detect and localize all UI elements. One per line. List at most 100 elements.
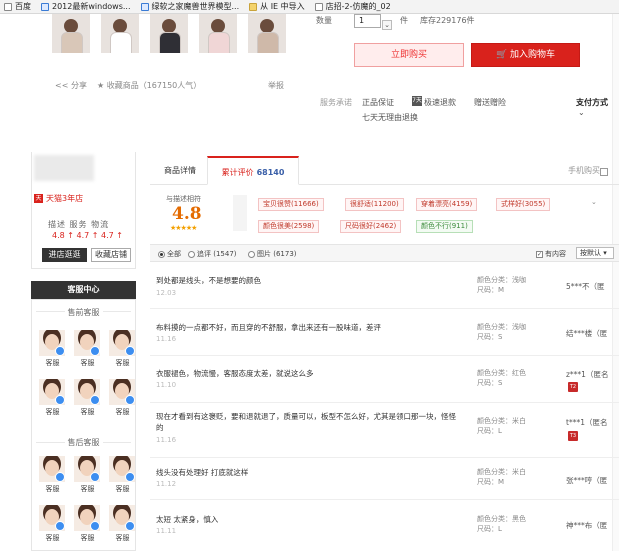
- review-tag[interactable]: 颜色很美(2598): [258, 220, 320, 233]
- rating-label: 与描述相符: [166, 195, 201, 203]
- review-text: 布料摸的一点都不好，而且穿的不舒服，拿出来还有一股味道，差评: [156, 323, 381, 332]
- buy-now-button[interactable]: 立即购买: [354, 43, 464, 67]
- bookmark-wow-model[interactable]: 绿软之家魔兽世界模型...: [140, 1, 239, 12]
- reviewer-name: 5***不（匿: [566, 282, 605, 291]
- review-tag[interactable]: 宝贝很赞(11666): [258, 198, 324, 211]
- enter-shop-button[interactable]: 进店逛逛: [42, 248, 87, 262]
- presale-agent[interactable]: 客服: [74, 330, 101, 368]
- review-text: 太短 太紧身，慎入: [156, 515, 219, 524]
- service-insurance[interactable]: 赠送赠险: [474, 97, 506, 108]
- quantity-input[interactable]: 1: [354, 14, 381, 28]
- agent-avatar: [109, 456, 135, 482]
- bookmark-windows[interactable]: 2012最新windows...: [41, 1, 131, 12]
- chevron-down-icon[interactable]: ⌄: [578, 108, 585, 117]
- ie-icon: [140, 2, 149, 11]
- report-link[interactable]: 举报: [268, 80, 284, 91]
- review-date: 11.16: [156, 436, 177, 444]
- review-tag-negative[interactable]: 颜色不行(911): [416, 220, 473, 233]
- product-thumbnail[interactable]: [52, 14, 90, 53]
- bookmark-shop-sign[interactable]: 店招-2-仿魔的_02: [314, 1, 391, 12]
- review-tag[interactable]: 式样好(3055): [496, 198, 551, 211]
- filter-has-content[interactable]: ✓ 有内容: [536, 249, 566, 259]
- agent-avatar: [39, 456, 65, 482]
- review-sku: 颜色分类：红色 尺码：S: [477, 369, 526, 387]
- tag-cloud-icon: [233, 195, 247, 231]
- radio-icon: [248, 250, 255, 258]
- review-tag[interactable]: 很舒适(11200): [345, 198, 404, 211]
- reviewer-name: 张***哼（匿: [566, 476, 608, 485]
- agent-avatar: [109, 330, 135, 356]
- member-level-badge: T2: [568, 382, 578, 392]
- favorite-link[interactable]: ★ 收藏商品（167150人气）: [97, 80, 201, 91]
- review-tag[interactable]: 尺码很好(2462): [340, 220, 402, 233]
- tmall-icon: 天: [34, 194, 43, 203]
- aftersale-agent[interactable]: 客服: [39, 456, 66, 494]
- product-thumbnail[interactable]: [150, 14, 188, 53]
- service-seven-day-return[interactable]: 七天无理由退换: [362, 112, 418, 123]
- qrcode-icon[interactable]: [600, 168, 608, 176]
- chevron-down-icon[interactable]: ⌄: [591, 198, 597, 206]
- quantity-unit: 件: [400, 16, 408, 25]
- agent-avatar: [74, 379, 100, 405]
- aftersale-agent[interactable]: 客服: [74, 505, 101, 543]
- filter-images[interactable]: 图片 (6173): [248, 249, 297, 259]
- presale-agent[interactable]: 客服: [109, 379, 136, 417]
- stock-count: 库存229176件: [420, 16, 475, 25]
- review-row: 太短 太紧身，慎入 11.11 颜色分类：黑色 尺码：L 神***布（匿: [150, 500, 619, 551]
- checkbox-checked-icon: ✓: [536, 250, 543, 258]
- aftersale-agent[interactable]: 客服: [109, 456, 136, 494]
- presale-agent[interactable]: 客服: [39, 330, 66, 368]
- agent-avatar: [39, 505, 65, 531]
- agent-avatar: [109, 505, 135, 531]
- product-thumbnail[interactable]: [248, 14, 286, 53]
- product-thumbnail[interactable]: [101, 14, 139, 53]
- filter-all[interactable]: 全部: [158, 249, 181, 259]
- aftersale-agent[interactable]: 客服: [109, 505, 136, 543]
- review-sku: 颜色分类：黑色 尺码：L: [477, 515, 526, 533]
- review-sku: 颜色分类：浅咖 尺码：M: [477, 276, 526, 294]
- agent-avatar: [39, 379, 65, 405]
- presale-agent[interactable]: 客服: [74, 379, 101, 417]
- agent-avatar: [39, 330, 65, 356]
- review-sku: 颜色分类：米白 尺码：L: [477, 417, 526, 435]
- sort-select[interactable]: 按默认 ▾: [576, 247, 614, 259]
- service-genuine[interactable]: 正品保证: [362, 97, 394, 108]
- cart-icon: 🛒: [495, 50, 511, 60]
- shop-level: 天天猫3年店: [34, 194, 84, 203]
- review-date: 11.12: [156, 480, 177, 488]
- seven-day-icon: 7天: [412, 96, 422, 106]
- reviewer-name: 结***楼（匿: [566, 329, 608, 338]
- dsr-values: 4.8 ↑ 4.7 ↑ 4.7 ↑: [52, 231, 123, 240]
- review-text: 衣服褪色，物流慢，客服态度太差，就说这么多: [156, 369, 314, 378]
- service-fast-refund[interactable]: 极速退款: [424, 97, 456, 108]
- star-icon: ★: [97, 81, 107, 90]
- presale-agent[interactable]: 客服: [109, 330, 136, 368]
- review-date: 11.11: [156, 527, 177, 535]
- tab-product-detail[interactable]: 商品详情: [164, 156, 196, 185]
- review-tag[interactable]: 穿着漂亮(4159): [416, 198, 478, 211]
- review-row: 衣服褪色，物流慢，客服态度太差，就说这么多 11.10 颜色分类：红色 尺码：S …: [150, 356, 619, 403]
- review-date: 11.16: [156, 335, 177, 343]
- agent-avatar: [74, 505, 100, 531]
- add-to-cart-button[interactable]: 🛒 加入购物车: [471, 43, 580, 67]
- share-link[interactable]: << 分享: [55, 80, 87, 91]
- bookmark-import-ie[interactable]: 从 IE 中导入: [249, 1, 305, 12]
- bookmark-baidu[interactable]: 百度: [4, 1, 31, 12]
- mobile-buy-link[interactable]: 手机购买: [568, 156, 600, 185]
- review-date: 11.10: [156, 381, 177, 389]
- rating-score: 4.8: [172, 204, 202, 224]
- detail-tab-bar: 商品详情 累计评价 68140 手机购买: [150, 156, 619, 185]
- review-sku: 颜色分类：米白 尺码：M: [477, 468, 526, 486]
- aftersale-agent[interactable]: 客服: [39, 505, 66, 543]
- tab-reviews[interactable]: 累计评价 68140: [207, 156, 299, 185]
- presale-agent[interactable]: 客服: [39, 379, 66, 417]
- save-shop-button[interactable]: 收藏店铺: [91, 248, 131, 262]
- quantity-decrease-button[interactable]: ⌄: [382, 20, 392, 30]
- product-thumbnail[interactable]: [199, 14, 237, 53]
- payment-methods-label[interactable]: 支付方式: [576, 97, 608, 108]
- aftersale-title: 售后客服: [31, 437, 136, 448]
- filter-append[interactable]: 追评 (1547): [188, 249, 237, 259]
- aftersale-agent[interactable]: 客服: [74, 456, 101, 494]
- reviewer-name: 神***布（匿: [566, 521, 608, 530]
- customer-service-title: 客服中心: [31, 281, 136, 299]
